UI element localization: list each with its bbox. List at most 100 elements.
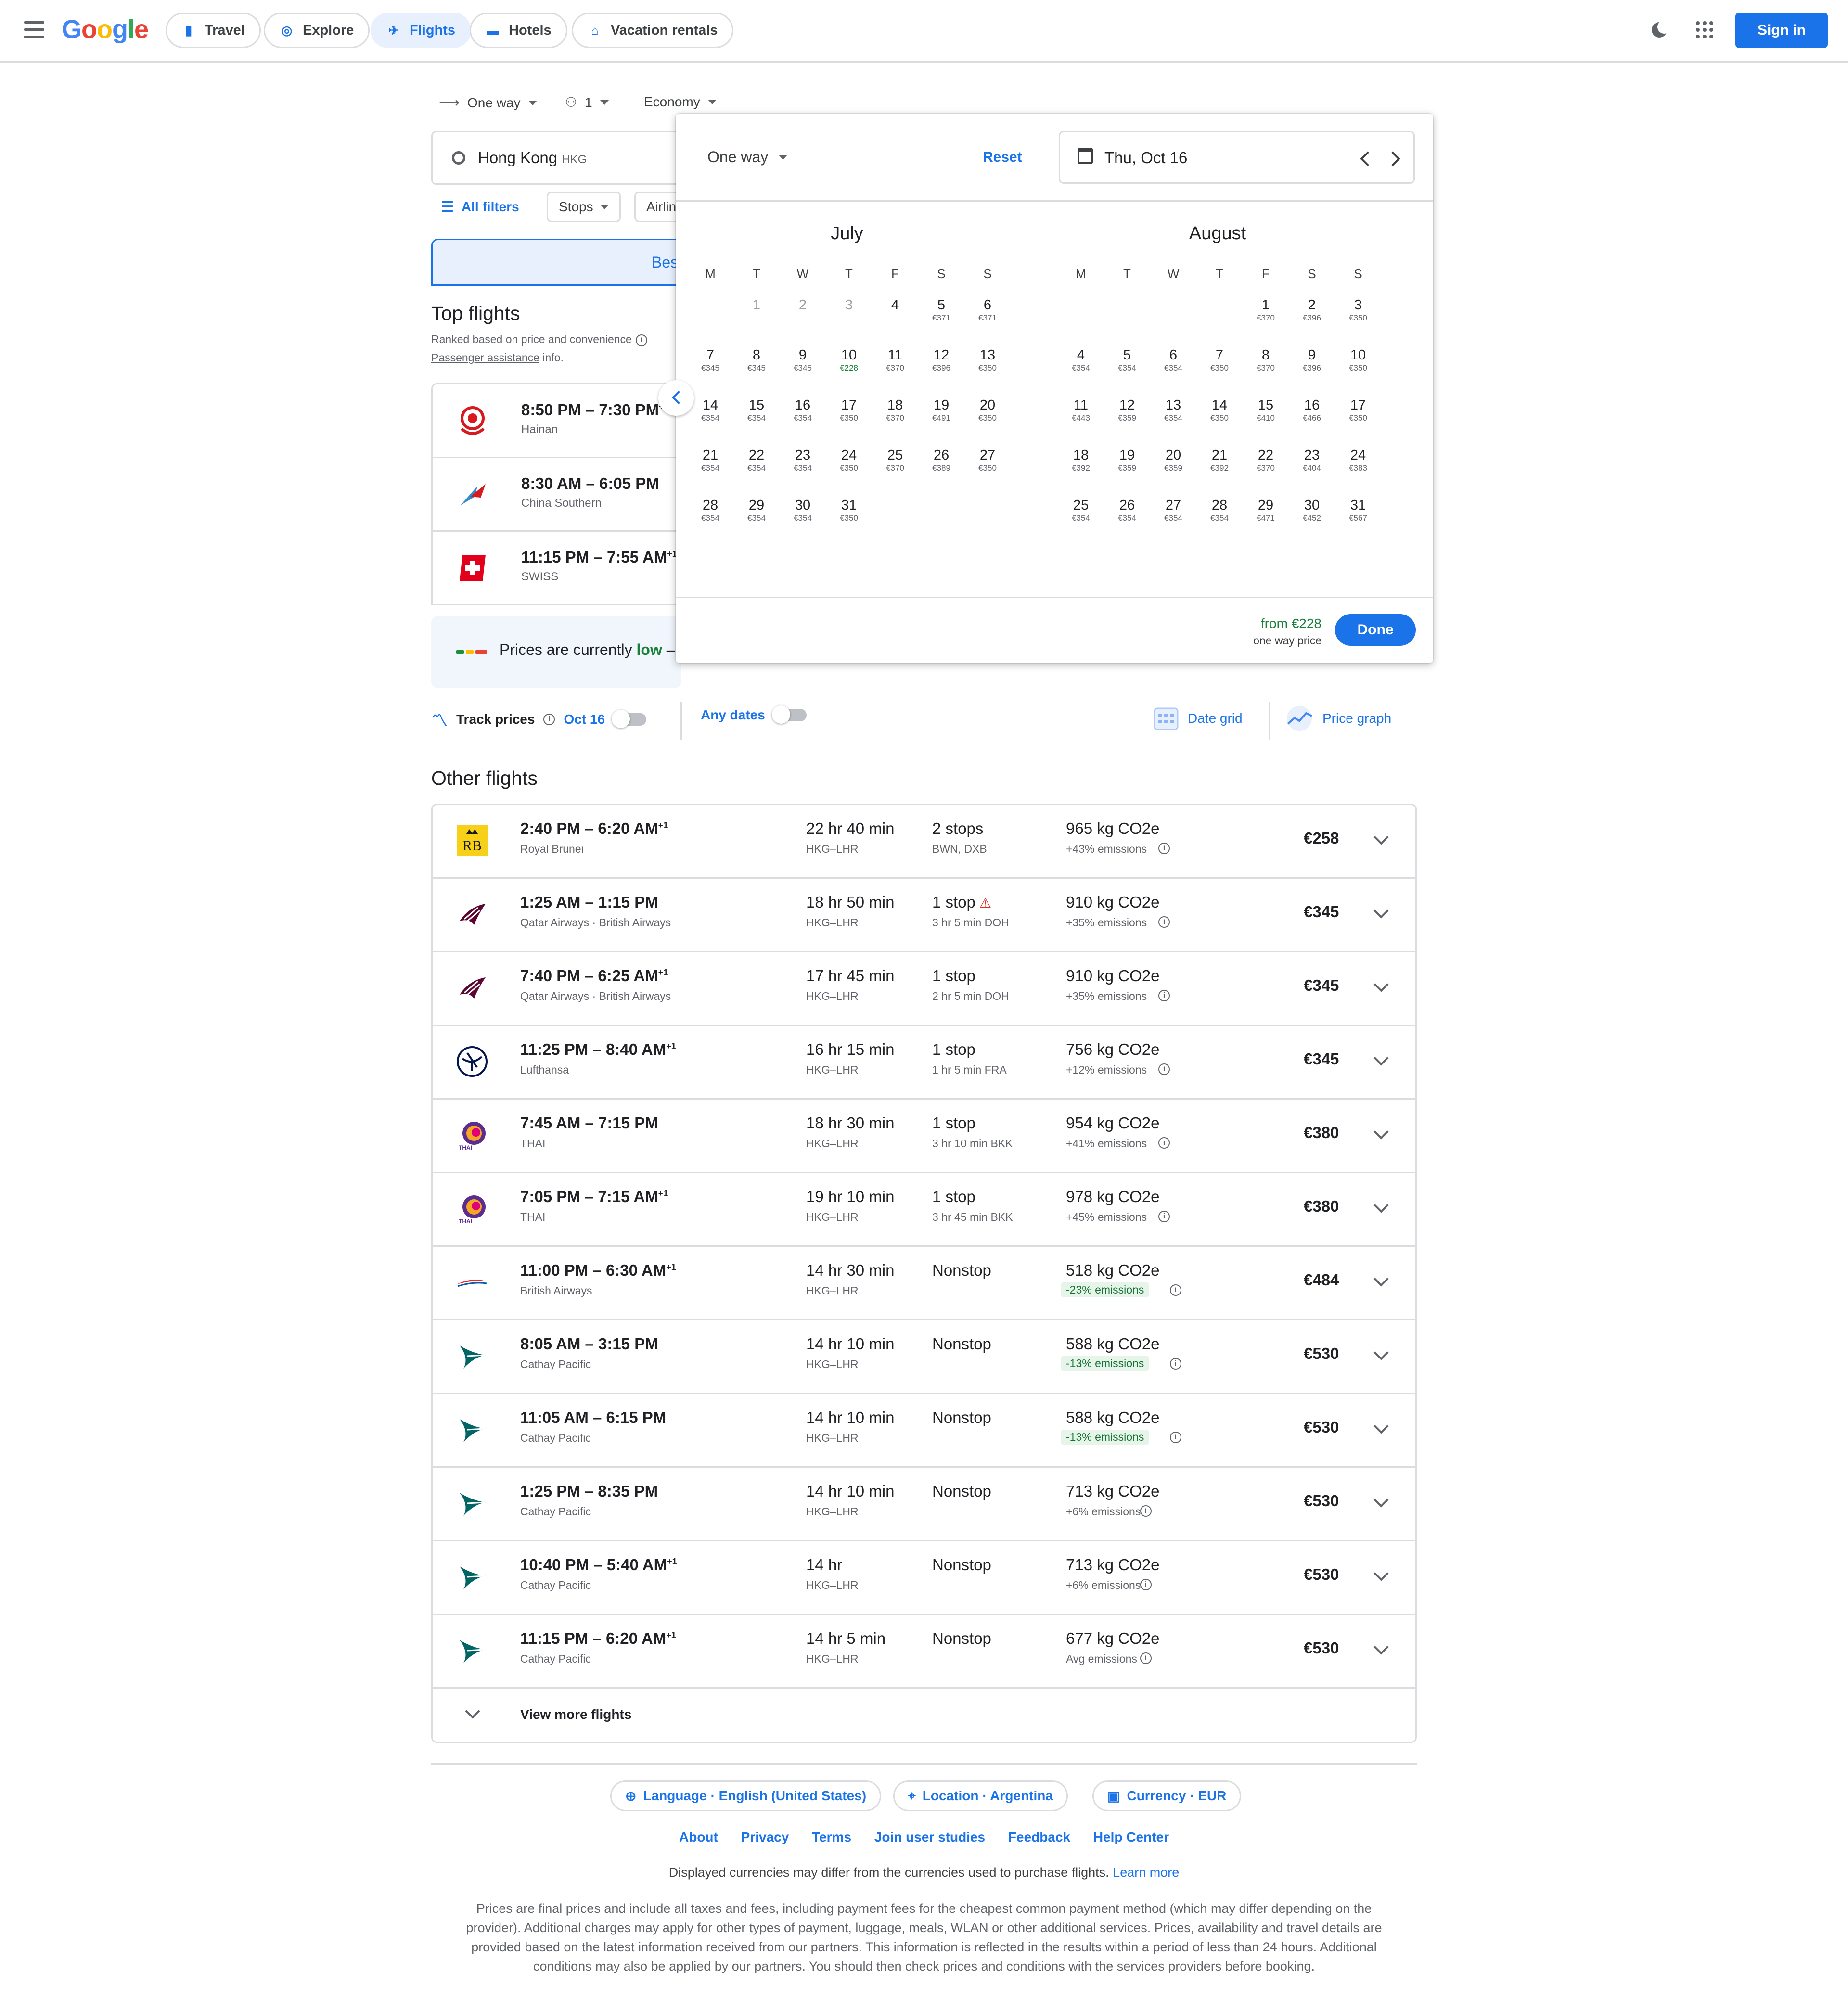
info-icon[interactable]: i (1158, 1211, 1170, 1222)
calendar-day[interactable]: 25 €354 (1062, 498, 1100, 524)
tab-flights[interactable]: ✈ Flights (371, 13, 472, 48)
info-icon[interactable]: i (1140, 1579, 1152, 1590)
calendar-day[interactable]: 16 €466 (1293, 397, 1331, 423)
info-icon[interactable]: i (1158, 843, 1170, 854)
calendar-day[interactable]: 26 €389 (922, 448, 961, 474)
calendar-day[interactable]: 23 €404 (1293, 448, 1331, 474)
calendar-day[interactable]: 13 €350 (968, 347, 1007, 373)
previous-date-icon[interactable] (1360, 151, 1375, 166)
info-icon[interactable]: i (1140, 1505, 1152, 1517)
calendar-day[interactable]: 1 €370 (1246, 297, 1285, 323)
calendar-day[interactable]: 12 €396 (922, 347, 961, 373)
info-icon[interactable]: i (1158, 1063, 1170, 1075)
flight-row[interactable]: 8:05 AM – 3:15 PM Cathay Pacific 14 hr 10 … (433, 1320, 1415, 1394)
calendar-day[interactable]: 18 €370 (876, 397, 914, 423)
chevron-down-icon[interactable] (1373, 830, 1389, 845)
date-grid-button[interactable]: Date grid (1153, 705, 1243, 731)
calendar-day[interactable]: 4 (876, 297, 914, 313)
calendar-day[interactable]: 11 €370 (876, 347, 914, 373)
calendar-day[interactable]: 8 €370 (1246, 347, 1285, 373)
language-button[interactable]: ⊕ Language · English (United States) (610, 1780, 882, 1811)
done-button[interactable]: Done (1335, 614, 1416, 646)
info-icon[interactable]: i (1158, 990, 1170, 1001)
calendar-day[interactable]: 9 €396 (1293, 347, 1331, 373)
chevron-down-icon[interactable] (1373, 1419, 1389, 1434)
flight-row[interactable]: 11:25 PM – 8:40 AM+1 Lufthansa 16 hr 15 mi… (433, 1026, 1415, 1100)
info-icon[interactable]: i (543, 713, 555, 725)
chevron-down-icon[interactable] (1373, 1271, 1389, 1287)
info-icon[interactable]: i (1170, 1432, 1181, 1443)
calendar-day[interactable]: 7 €345 (691, 347, 730, 373)
calendar-day[interactable]: 21 €354 (691, 448, 730, 474)
calendar-day[interactable]: 14 €350 (1200, 397, 1239, 423)
info-icon[interactable]: i (1170, 1284, 1181, 1296)
price-graph-button[interactable]: Price graph (1285, 705, 1391, 731)
chevron-down-icon[interactable] (1373, 903, 1389, 919)
flight-row[interactable]: 10:40 PM – 5:40 AM+1 Cathay Pacific 14 hr H… (433, 1541, 1415, 1615)
calendar-day[interactable]: 27 €354 (1154, 498, 1193, 524)
calendar-day[interactable]: 2 €396 (1293, 297, 1331, 323)
calendar-day[interactable]: 16 €354 (783, 397, 822, 423)
flight-row[interactable]: 7:40 PM – 6:25 AM+1 Qatar Airways · Briti… (433, 952, 1415, 1026)
footer-link-user-studies[interactable]: Join user studies (874, 1830, 985, 1844)
calendar-day[interactable]: 18 €392 (1062, 448, 1100, 474)
calendar-day[interactable]: 15 €410 (1246, 397, 1285, 423)
apps-grid-icon[interactable] (1696, 21, 1713, 38)
calendar-day[interactable]: 24 €383 (1339, 448, 1377, 474)
next-date-icon[interactable] (1385, 151, 1400, 166)
calendar-day[interactable]: 7 €350 (1200, 347, 1239, 373)
tab-best[interactable]: Bes (431, 239, 701, 286)
any-dates-toggle[interactable] (771, 705, 807, 724)
calendar-day[interactable]: 19 €491 (922, 397, 961, 423)
info-icon[interactable]: i (1140, 1652, 1152, 1664)
top-flight-row[interactable]: 11:15 PM – 7:55 AM+1 SWISS (433, 532, 680, 604)
calendar-day[interactable]: 29 €354 (737, 498, 776, 524)
calendar-day[interactable]: 31 €350 (830, 498, 868, 524)
calendar-day[interactable]: 13 €354 (1154, 397, 1193, 423)
calendar-day[interactable]: 28 €354 (1200, 498, 1239, 524)
tab-explore[interactable]: ◎ Explore (264, 13, 370, 48)
tab-travel[interactable]: ▮ Travel (166, 13, 261, 48)
flight-row[interactable]: 11:05 AM – 6:15 PM Cathay Pacific 14 hr 10… (433, 1394, 1415, 1468)
flight-row[interactable]: 11:00 PM – 6:30 AM+1 British Airways 14 hr… (433, 1247, 1415, 1320)
calendar-day[interactable]: 14 €354 (691, 397, 730, 423)
footer-link-privacy[interactable]: Privacy (741, 1830, 789, 1844)
calendar-day[interactable]: 21 €392 (1200, 448, 1239, 474)
calendar-day[interactable]: 15 €354 (737, 397, 776, 423)
chevron-down-icon[interactable] (1373, 1050, 1389, 1066)
price-insight-banner[interactable]: Prices are currently low – (431, 616, 681, 688)
calendar-day[interactable]: 26 €354 (1108, 498, 1146, 524)
learn-more-link[interactable]: Learn more (1113, 1865, 1179, 1880)
calendar-day[interactable]: 20 €359 (1154, 448, 1193, 474)
calendar-day[interactable]: 23 €354 (783, 448, 822, 474)
calendar-day[interactable]: 6 €354 (1154, 347, 1193, 373)
calendar-day[interactable]: 10 €228 (830, 347, 868, 373)
calendar-day[interactable]: 29 €471 (1246, 498, 1285, 524)
chevron-down-icon[interactable] (1373, 1124, 1389, 1140)
calendar-day[interactable]: 30 €354 (783, 498, 822, 524)
passenger-assistance-link[interactable]: Passenger assistance (431, 351, 539, 364)
view-more-flights-button[interactable]: View more flights (433, 1689, 1415, 1742)
chevron-down-icon[interactable] (1373, 1566, 1389, 1581)
info-icon[interactable]: i (635, 334, 647, 346)
calendar-day[interactable]: 28 €354 (691, 498, 730, 524)
track-prices-toggle[interactable] (612, 709, 647, 728)
origin-input[interactable]: Hong Kong HKG (431, 131, 701, 185)
reset-button[interactable]: Reset (983, 149, 1022, 166)
chevron-down-icon[interactable] (1373, 1198, 1389, 1213)
calendar-day[interactable]: 9 €345 (783, 347, 822, 373)
calendar-day[interactable]: 5 €354 (1108, 347, 1146, 373)
calendar-day[interactable]: 4 €354 (1062, 347, 1100, 373)
calendar-day[interactable]: 17 €350 (830, 397, 868, 423)
tab-vacation-rentals[interactable]: ⌂ Vacation rentals (572, 13, 734, 48)
flight-row[interactable]: THAI 7:45 AM – 7:15 PM THAI 18 hr 30 min HKG… (433, 1100, 1415, 1173)
top-flight-row[interactable]: 8:50 PM – 7:30 PM+ Hainan (433, 384, 680, 458)
tab-hotels[interactable]: ▬ Hotels (470, 13, 567, 48)
flight-row[interactable]: 1:25 PM – 8:35 PM Cathay Pacific 14 hr 10 … (433, 1468, 1415, 1541)
previous-month-button[interactable] (658, 380, 694, 416)
calendar-day[interactable]: 27 €350 (968, 448, 1007, 474)
calendar-day[interactable]: 17 €350 (1339, 397, 1377, 423)
calendar-day[interactable]: 30 €452 (1293, 498, 1331, 524)
location-button[interactable]: ⌖ Location · Argentina (893, 1780, 1068, 1811)
flight-row[interactable]: RB 2:40 PM – 6:20 AM+1 Royal Brunei 22 hr 4… (433, 805, 1415, 879)
